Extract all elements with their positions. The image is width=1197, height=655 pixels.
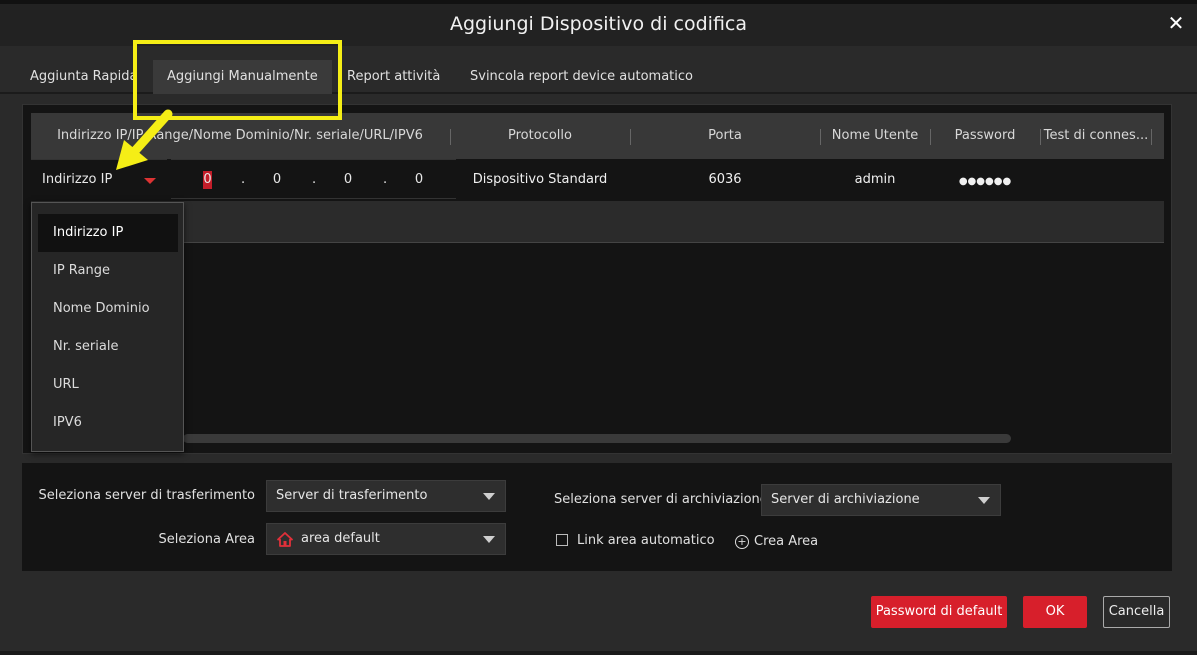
tab-quick-add[interactable]: Aggiunta Rapida <box>16 60 151 94</box>
dropdown-option-domain-name[interactable]: Nome Dominio <box>38 290 178 328</box>
transfer-server-select[interactable]: Server di trasferimento <box>266 480 506 512</box>
horizontal-scrollbar[interactable] <box>183 434 1011 443</box>
dropdown-option-ip-range[interactable]: IP Range <box>38 252 178 290</box>
table-header: Indirizzo IP/IP Range/Nome Dominio/Nr. s… <box>31 113 1164 159</box>
table-row: Indirizzo IP 0 . 0 . 0 . 0 Dispositivo S… <box>31 159 1164 201</box>
cancel-button[interactable]: Cancella <box>1103 596 1170 628</box>
ip-address-input[interactable]: 0 . 0 . 0 . 0 <box>171 159 456 199</box>
archive-server-label: Seleziona server di archiviazione <box>554 492 768 507</box>
chevron-down-icon <box>144 178 156 184</box>
area-value: area default <box>301 531 380 546</box>
address-type-value: Indirizzo IP <box>42 172 113 187</box>
tab-activity-report[interactable]: Report attività <box>333 60 454 94</box>
server-area-form: Seleziona server di trasferimento Server… <box>22 463 1172 571</box>
header-username: Nome Utente <box>831 128 919 143</box>
dropdown-option-ipv6[interactable]: IPV6 <box>38 404 178 442</box>
dropdown-option-url[interactable]: URL <box>38 366 178 404</box>
ip-dot: . <box>383 172 388 187</box>
dropdown-option-serial-number[interactable]: Nr. seriale <box>38 328 178 366</box>
auto-link-area-checkbox[interactable] <box>556 534 568 546</box>
plus-circle-icon[interactable]: + <box>735 535 749 549</box>
archive-server-select[interactable]: Server di archiviazione <box>761 484 1001 516</box>
port-cell[interactable]: 6036 <box>631 159 819 201</box>
password-cell[interactable]: ●●●●●● <box>931 159 1039 201</box>
device-table: Indirizzo IP/IP Range/Nome Dominio/Nr. s… <box>22 104 1172 454</box>
header-divider <box>1151 129 1152 145</box>
ip-octet-4[interactable]: 0 <box>409 160 429 200</box>
protocol-cell[interactable]: Dispositivo Standard <box>451 159 629 201</box>
username-cell[interactable]: admin <box>821 159 929 201</box>
area-select[interactable]: area default <box>266 523 506 555</box>
window-bottom-edge <box>0 651 1197 655</box>
create-area-link[interactable]: Crea Area <box>754 534 818 549</box>
auto-link-area-label: Link area automatico <box>577 533 715 548</box>
address-type-select[interactable]: Indirizzo IP <box>31 159 167 199</box>
tab-auto-unbind-report[interactable]: Svincola report device automatico <box>456 60 707 94</box>
header-password: Password <box>954 128 1016 143</box>
tab-manual-add[interactable]: Aggiungi Manualmente <box>153 60 332 94</box>
header-connection-test: Test di connes... <box>1043 128 1149 143</box>
title-bar: Aggiungi Dispositivo di codifica ✕ <box>0 0 1197 46</box>
ip-octet-3[interactable]: 0 <box>338 160 358 200</box>
chevron-down-icon <box>483 536 495 543</box>
tab-bar: Aggiunta Rapida Aggiungi Manualmente Rep… <box>0 46 1197 94</box>
ip-octet-2[interactable]: 0 <box>267 160 287 200</box>
address-type-dropdown: Indirizzo IP IP Range Nome Dominio Nr. s… <box>31 202 184 452</box>
header-protocol: Protocollo <box>508 128 572 143</box>
chevron-down-icon <box>978 497 990 504</box>
close-icon[interactable]: ✕ <box>1165 12 1187 34</box>
area-label: Seleziona Area <box>158 532 255 547</box>
transfer-server-value: Server di trasferimento <box>276 488 428 503</box>
archive-server-value: Server di archiviazione <box>771 492 920 507</box>
dropdown-option-ip-address[interactable]: Indirizzo IP <box>38 214 178 252</box>
ip-dot: . <box>312 172 317 187</box>
header-address: Indirizzo IP/IP Range/Nome Dominio/Nr. s… <box>57 128 423 143</box>
home-icon <box>277 532 293 547</box>
ip-dot: . <box>241 172 246 187</box>
window-title: Aggiungi Dispositivo di codifica <box>449 13 747 35</box>
header-port: Porta <box>708 128 742 143</box>
transfer-server-label: Seleziona server di trasferimento <box>38 488 255 503</box>
ok-button[interactable]: OK <box>1023 596 1087 628</box>
ip-octet-1[interactable]: 0 <box>203 171 212 189</box>
table-row-empty <box>31 201 1164 243</box>
chevron-down-icon <box>483 493 495 500</box>
default-password-button[interactable]: Password di default <box>871 596 1007 628</box>
